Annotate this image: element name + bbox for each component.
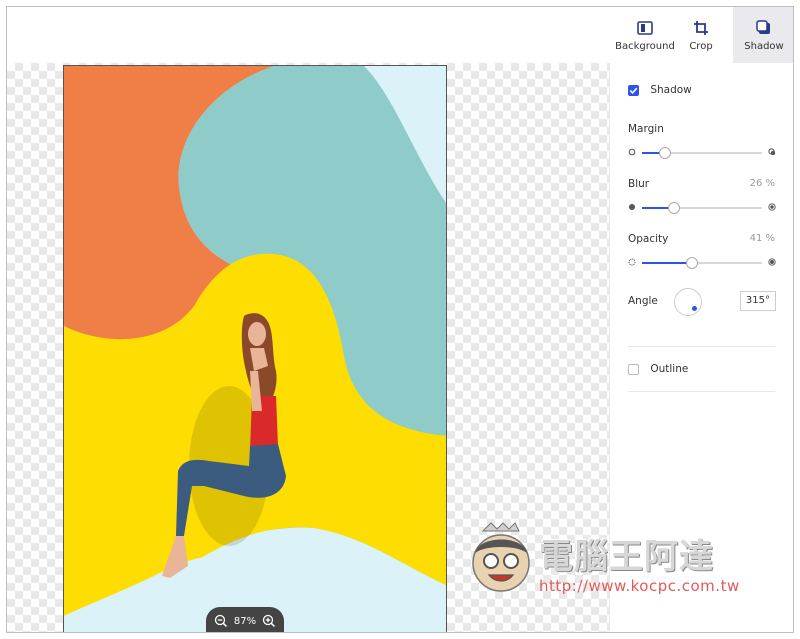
toolbar: Background Crop Shadow [7,7,793,64]
zoom-control: 87% [206,607,284,632]
background-icon [637,20,653,35]
opacity-row: Opacity 41 % [628,233,775,245]
margin-max-icon [768,148,776,156]
shadow-icon [756,19,770,34]
mascot-icon [472,522,530,592]
blur-row: Blur 26 % [628,178,775,190]
outline-toggle[interactable]: Outline [628,363,775,375]
site-watermark: 電腦王阿達 http://www.kocpc.com.tw [467,519,767,599]
app-window: Background Crop Shadow 87% Shadow Margin… [6,6,794,633]
zoom-out-icon[interactable] [214,614,228,628]
zoom-in-icon[interactable] [262,614,276,628]
opacity-min-icon [628,258,636,266]
divider [628,346,775,347]
shadow-checkbox[interactable] [628,84,639,96]
outline-label: Outline [650,363,689,375]
tool-background-label: Background [615,40,675,52]
angle-indicator [691,305,697,311]
blur-min-icon [629,204,635,210]
zoom-level: 87% [233,615,257,627]
tool-shadow-label: Shadow [744,40,784,52]
opacity-fill [642,262,692,264]
opacity-slider[interactable] [628,257,776,269]
margin-row: Margin [628,123,775,135]
background-image [64,66,446,632]
watermark-title: 電腦王阿達 [539,537,714,577]
shadow-label: Shadow [650,84,692,96]
shadow-toggle[interactable]: Shadow [628,84,775,96]
opacity-slider-handle[interactable] [686,257,699,269]
artboard[interactable] [63,65,447,632]
tool-crop-label: Crop [689,40,713,52]
blur-value: 26 % [749,178,775,189]
divider [628,391,775,392]
margin-slider-handle[interactable] [658,147,671,159]
opacity-label: Opacity [628,233,669,245]
angle-label: Angle [628,295,658,307]
opacity-value: 41 % [749,233,775,244]
opacity-max-icon [768,258,776,266]
outline-checkbox[interactable] [628,363,639,375]
tool-crop[interactable]: Crop [679,7,723,63]
angle-input[interactable]: 315° [740,291,776,311]
margin-min-icon [628,148,636,156]
check-icon [629,87,638,94]
margin-slider[interactable] [628,147,776,159]
blur-max-icon [768,203,776,211]
crop-icon [694,20,708,35]
blur-slider[interactable] [628,202,776,214]
blur-slider-handle[interactable] [668,202,681,214]
margin-label: Margin [628,123,664,135]
angle-dial[interactable] [674,288,702,316]
tool-background[interactable]: Background [613,7,677,63]
blur-label: Blur [628,178,650,190]
watermark-url: http://www.kocpc.com.tw [539,577,740,595]
tool-shadow[interactable]: Shadow [733,7,793,63]
